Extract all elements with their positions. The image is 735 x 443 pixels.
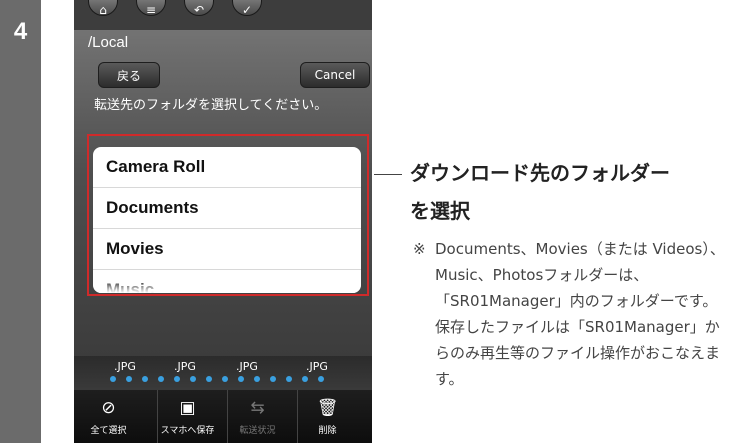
back-button[interactable]: 戻る	[98, 62, 160, 88]
thumbnail-ext: .JPG	[114, 360, 136, 373]
page-dot	[318, 376, 324, 382]
thumbnail-strip: .JPG .JPG .JPG .JPG	[74, 356, 372, 390]
thumbnail-ext: .JPG	[306, 360, 328, 373]
step-number: 4	[13, 18, 28, 45]
transfer-status-icon: ⇆	[250, 398, 265, 418]
page-dot	[206, 376, 212, 382]
home-icon[interactable]: ⌂	[88, 0, 118, 17]
page-dot	[270, 376, 276, 382]
page-dot	[126, 376, 132, 382]
heading-line-2: を選択	[410, 199, 470, 223]
current-path: /Local	[88, 34, 129, 51]
transfer-status-label: 転送状況	[239, 426, 276, 436]
step-strip: 4	[0, 0, 41, 443]
thumbnail-ext: .JPG	[174, 360, 196, 373]
page-dots	[110, 376, 340, 384]
annotation-note: ※ Documents、Movies（または Videos）、Music、Pho…	[413, 236, 731, 392]
page-dot	[190, 376, 196, 382]
edit-icon[interactable]: ✓	[232, 0, 262, 17]
select-all-button[interactable]: ⊘ 全て選択	[79, 390, 138, 443]
page-dot	[222, 376, 228, 382]
save-to-phone-label: スマホへ保存	[160, 426, 215, 436]
delete-button[interactable]: 🗑 削除	[297, 390, 357, 443]
page-dot	[254, 376, 260, 382]
folder-select-panel: /Local 戻る Cancel 転送先のフォルダを選択してください。 Came…	[74, 30, 372, 378]
trash-icon: 🗑	[316, 398, 339, 418]
page-dot	[142, 376, 148, 382]
top-icon-bar: ⌂ ≡ ↶ ✓	[74, 0, 372, 30]
thumbnail-ext: .JPG	[236, 360, 258, 373]
annotation-heading: ダウンロード先のフォルダー を選択	[410, 154, 730, 230]
bottom-toolbar: ⊘ 全て選択 ▣ スマホへ保存 ⇆ 転送状況 🗑 削除	[74, 390, 372, 443]
save-to-phone-icon: ▣	[179, 398, 196, 418]
note-mark: ※	[413, 240, 426, 258]
cancel-button[interactable]: Cancel	[300, 62, 370, 88]
note-text: Documents、Movies（または Videos）、Music、Photo…	[435, 240, 725, 388]
page-dot	[174, 376, 180, 382]
page-dot	[302, 376, 308, 382]
highlight-frame	[87, 134, 369, 296]
menu-icon[interactable]: ≡	[136, 0, 166, 17]
callout-line	[374, 174, 402, 175]
delete-label: 削除	[318, 426, 337, 436]
save-to-phone-button[interactable]: ▣ スマホへ保存	[157, 390, 217, 443]
heading-line-1: ダウンロード先のフォルダー	[410, 161, 670, 185]
page-dot	[286, 376, 292, 382]
undo-icon[interactable]: ↶	[184, 0, 214, 17]
transfer-status-button[interactable]: ⇆ 転送状況	[227, 390, 287, 443]
instruction-text: 転送先のフォルダを選択してください。	[94, 98, 328, 113]
phone-screen: ⌂ ≡ ↶ ✓ /Local 戻る Cancel 転送先のフォルダを選択してくだ…	[74, 0, 372, 443]
select-all-label: 全て選択	[90, 426, 127, 436]
back-button-label: 戻る	[116, 69, 141, 83]
check-circle-icon: ⊘	[101, 398, 116, 418]
page-dot	[158, 376, 164, 382]
page-dot	[110, 376, 116, 382]
page-dot	[238, 376, 244, 382]
